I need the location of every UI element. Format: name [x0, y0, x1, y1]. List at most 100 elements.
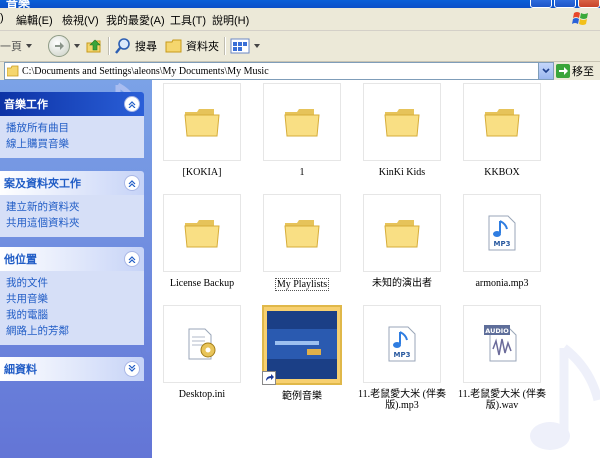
item-label: armonia.mp3	[475, 278, 529, 289]
dropdown-arrow-icon	[254, 44, 260, 48]
search-label: 搜尋	[135, 41, 157, 53]
item-wav[interactable]: AUDIO 11.老鼠愛大米 (伴奏版).wav	[452, 305, 552, 411]
item-label: 11.老鼠愛大米 (伴奏版).mp3	[358, 389, 446, 411]
item-shortcut-folder[interactable]: 範例音樂	[252, 305, 352, 402]
menu-tools[interactable]: 工具(T)	[170, 12, 206, 28]
folder-icon	[184, 109, 220, 137]
folders-button[interactable]: 資料夾	[165, 35, 219, 57]
go-button[interactable]: 移至	[556, 62, 594, 80]
item-label: 11.老鼠愛大米 (伴奏版).wav	[458, 389, 546, 411]
link-shared-music[interactable]: 共用音樂	[6, 291, 138, 307]
folder-icon	[284, 109, 320, 137]
address-input[interactable]: C:\Documents and Settings\aleons\My Docu…	[4, 62, 554, 80]
toolbar: 一頁 搜尋 資料夾	[0, 31, 600, 62]
file-tasks-header[interactable]: 案及資料夾工作	[0, 171, 144, 195]
dropdown-arrow-icon	[26, 44, 32, 48]
forward-icon	[48, 35, 70, 57]
audio-badge: AUDIO	[485, 327, 509, 335]
item-label: 1	[299, 167, 305, 178]
folders-icon	[165, 39, 182, 53]
mp3-file-icon: MP3	[488, 215, 516, 251]
other-places-header[interactable]: 他位置	[0, 247, 144, 271]
item-label: License Backup	[169, 278, 235, 289]
item-ini[interactable]: Desktop.ini	[152, 305, 252, 400]
link-new-folder[interactable]: 建立新的資料夾	[6, 199, 138, 215]
item-folder[interactable]: [KOKIA]	[152, 83, 252, 178]
menu-edit[interactable]: 編輯(E)	[16, 12, 53, 28]
link-my-documents[interactable]: 我的文件	[6, 275, 138, 291]
go-label: 移至	[572, 66, 594, 78]
item-folder[interactable]: 未知的演出者	[352, 194, 452, 289]
mp3-file-icon: MP3	[388, 326, 416, 362]
menu-help[interactable]: 說明(H)	[212, 12, 249, 28]
folders-label: 資料夾	[186, 41, 219, 53]
music-tasks-title: 音樂工作	[4, 99, 48, 111]
link-network-places[interactable]: 網路上的芳鄰	[6, 323, 138, 339]
file-tasks-title: 案及資料夾工作	[4, 178, 81, 190]
views-button[interactable]	[230, 35, 261, 57]
item-label: 未知的演出者	[372, 278, 432, 289]
settings-file-icon	[188, 328, 216, 360]
search-icon	[115, 38, 130, 54]
close-button[interactable]	[578, 0, 600, 8]
folder-icon	[7, 65, 19, 77]
item-label: [KOKIA]	[182, 167, 222, 178]
mp3-badge: MP3	[494, 240, 511, 248]
task-pane: 音樂工作 播放所有曲目 線上購買音樂 案及資料夾工作 建立新的資料夾 共用這個資…	[0, 80, 152, 458]
address-path: C:\Documents and Settings\aleons\My Docu…	[22, 65, 269, 77]
folder-icon	[184, 220, 220, 248]
mp3-badge: MP3	[394, 351, 411, 359]
details-title: 細資料	[4, 364, 37, 376]
menu-bar: ) 編輯(E) 檢視(V) 我的最愛(A) 工具(T) 說明(H)	[0, 8, 600, 31]
other-places-title: 他位置	[4, 254, 37, 266]
back-button[interactable]: 一頁	[0, 35, 33, 57]
item-folder[interactable]: 1	[252, 83, 352, 178]
link-play-all[interactable]: 播放所有曲目	[6, 120, 138, 136]
windows-logo-icon	[572, 12, 588, 25]
album-art-thumbnail	[267, 311, 337, 379]
file-tasks-panel: 案及資料夾工作 建立新的資料夾 共用這個資料夾	[0, 171, 144, 237]
item-folder-selected[interactable]: My Playlists	[252, 194, 352, 291]
folder-icon	[384, 109, 420, 137]
title-bar: 音樂	[0, 0, 600, 10]
details-header[interactable]: 細資料	[0, 357, 144, 381]
address-bar: C:\Documents and Settings\aleons\My Docu…	[0, 62, 600, 80]
folder-icon	[384, 220, 420, 248]
item-folder[interactable]: KKBOX	[452, 83, 552, 178]
item-folder[interactable]: License Backup	[152, 194, 252, 289]
item-mp3[interactable]: MP3 11.老鼠愛大米 (伴奏版).mp3	[352, 305, 452, 411]
collapse-icon[interactable]	[124, 175, 140, 191]
back-label: 一頁	[0, 41, 22, 53]
shortcut-arrow-icon	[262, 371, 276, 385]
search-button[interactable]: 搜尋	[114, 35, 157, 57]
item-label: KinKi Kids	[378, 167, 426, 178]
link-my-computer[interactable]: 我的電腦	[6, 307, 138, 323]
address-dropdown-button[interactable]	[538, 63, 553, 79]
expand-icon[interactable]	[124, 361, 140, 377]
other-places-panel: 他位置 我的文件 共用音樂 我的電腦 網路上的芳鄰	[0, 247, 144, 345]
item-label: KKBOX	[484, 167, 520, 178]
chevron-down-icon	[542, 68, 550, 74]
collapse-icon[interactable]	[124, 251, 140, 267]
item-label: 範例音樂	[282, 391, 322, 402]
minimize-button[interactable]	[530, 0, 552, 8]
file-list: [KOKIA] 1 KinKi Kids KKBOX License Backu…	[152, 80, 600, 458]
collapse-icon[interactable]	[124, 96, 140, 112]
item-label: Desktop.ini	[178, 389, 226, 400]
music-tasks-header[interactable]: 音樂工作	[0, 92, 144, 116]
folder-icon	[284, 220, 320, 248]
link-shop-music[interactable]: 線上購買音樂	[6, 136, 138, 152]
folder-icon	[484, 109, 520, 137]
item-folder[interactable]: KinKi Kids	[352, 83, 452, 178]
menu-favorites[interactable]: 我的最愛(A)	[106, 12, 165, 28]
music-tasks-panel: 音樂工作 播放所有曲目 線上購買音樂	[0, 92, 144, 158]
maximize-button[interactable]	[554, 0, 576, 8]
up-folder-icon	[86, 39, 101, 53]
menu-view[interactable]: 檢視(V)	[62, 12, 99, 28]
item-label: My Playlists	[274, 278, 330, 291]
item-mp3[interactable]: MP3 armonia.mp3	[452, 194, 552, 289]
menu-file[interactable]: )	[0, 12, 4, 24]
forward-button[interactable]	[48, 35, 81, 57]
up-folder-button[interactable]	[86, 35, 104, 57]
link-share-folder[interactable]: 共用這個資料夾	[6, 215, 138, 231]
